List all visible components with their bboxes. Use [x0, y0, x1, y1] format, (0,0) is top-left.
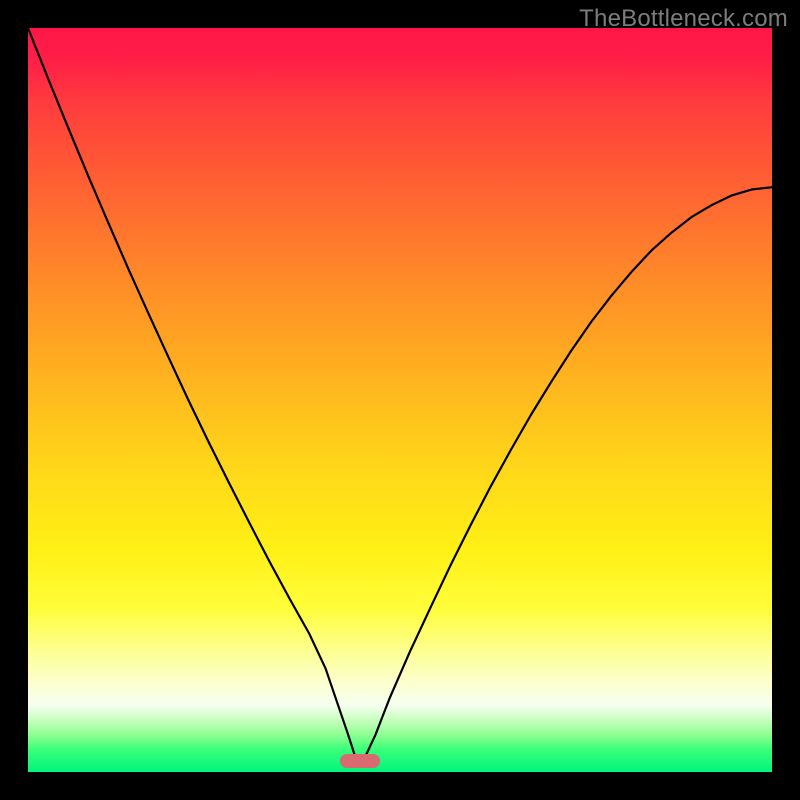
plot-area: [28, 28, 772, 772]
optimal-range-marker: [340, 754, 380, 768]
watermark-text: TheBottleneck.com: [579, 5, 788, 33]
bottleneck-curve: [28, 28, 772, 757]
chart-frame: TheBottleneck.com: [0, 0, 800, 800]
curve-layer: [28, 28, 772, 772]
